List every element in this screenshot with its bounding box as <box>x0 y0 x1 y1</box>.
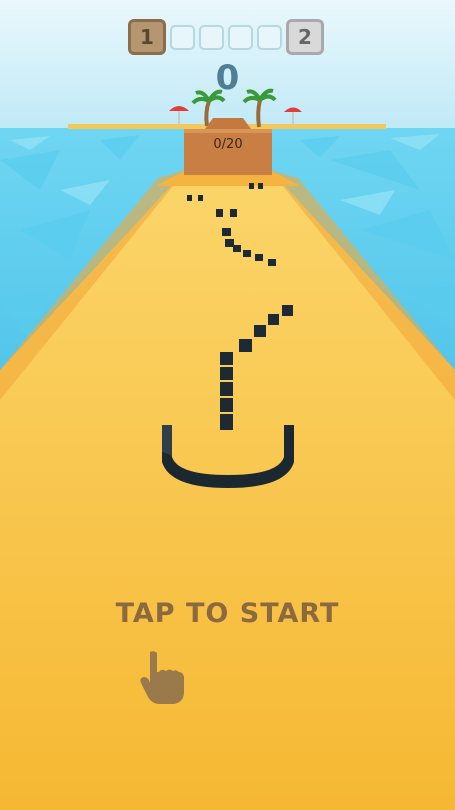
game-scene[interactable] <box>0 0 455 810</box>
score-counter: 0 <box>215 58 240 98</box>
progress-step <box>199 24 224 50</box>
pointing-hand-icon <box>140 651 184 704</box>
level-progress: 1 2 <box>128 19 324 55</box>
collector-counter: 0/20 <box>213 137 243 152</box>
tap-to-start-prompt[interactable]: TAP TO START <box>0 598 455 629</box>
progress-step <box>228 24 253 50</box>
next-level-badge: 2 <box>286 19 324 55</box>
current-level-badge: 1 <box>128 19 166 55</box>
progress-step <box>170 24 195 50</box>
progress-step <box>257 24 282 50</box>
